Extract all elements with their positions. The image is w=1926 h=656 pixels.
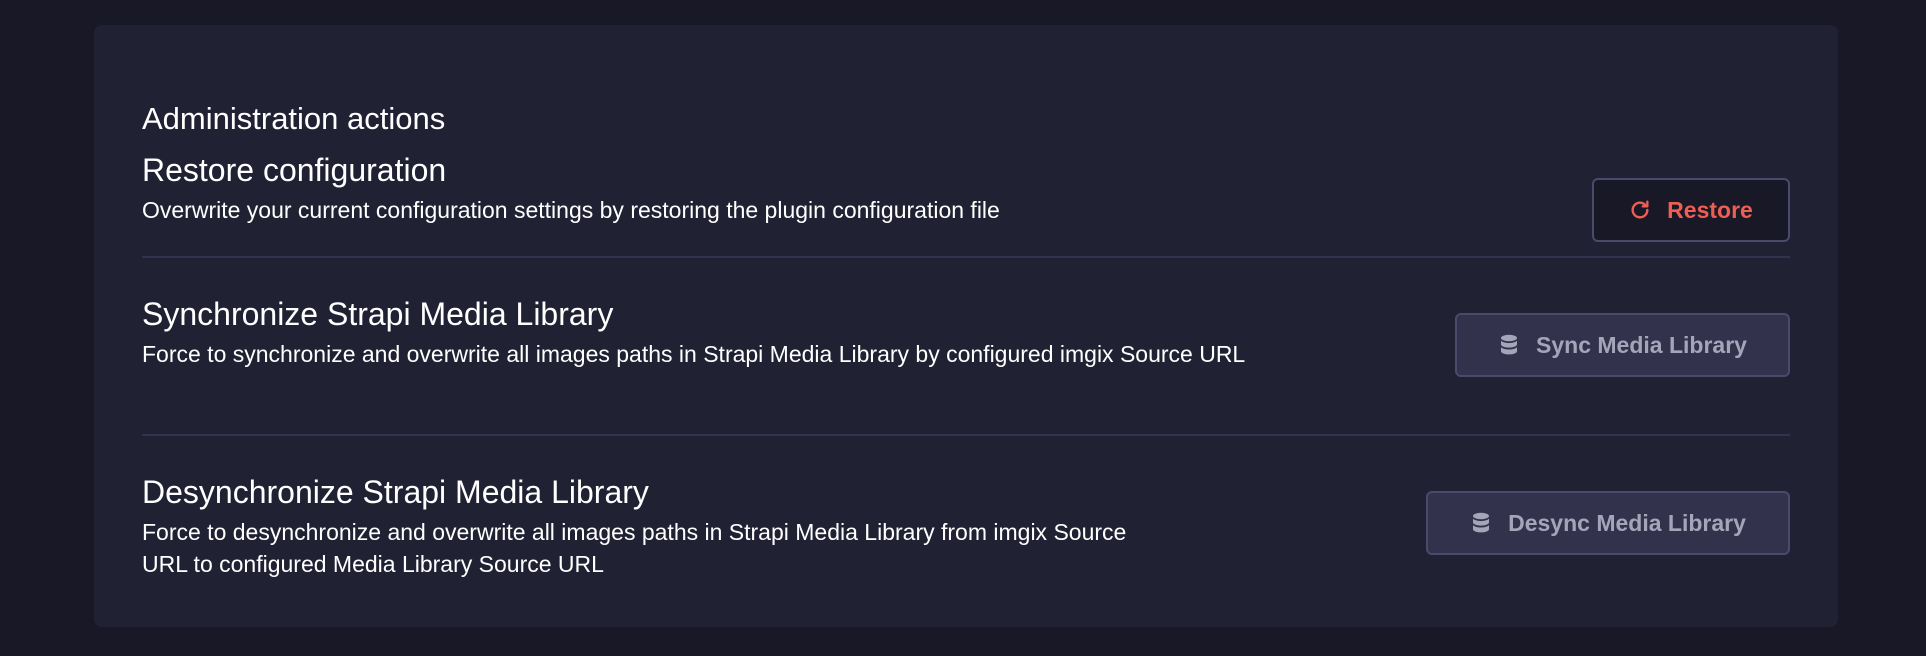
restore-configuration-description: Overwrite your current configuration set… xyxy=(142,197,1000,223)
refresh-icon xyxy=(1629,199,1651,221)
database-icon xyxy=(1470,512,1492,534)
synchronize-description: Force to synchronize and overwrite all i… xyxy=(142,341,1246,367)
sync-media-library-label: Sync Media Library xyxy=(1536,331,1747,358)
restore-button-label: Restore xyxy=(1667,196,1753,223)
restore-configuration-row: Restore configuration Overwrite your cur… xyxy=(142,151,1790,251)
desynchronize-media-library-row: Desynchronize Strapi Media Library Force… xyxy=(142,473,1790,603)
divider xyxy=(142,256,1790,258)
synchronize-media-library-row: Synchronize Strapi Media Library Force t… xyxy=(142,295,1790,425)
database-icon xyxy=(1498,334,1520,356)
restore-button[interactable]: Restore xyxy=(1592,178,1790,242)
desync-media-library-label: Desync Media Library xyxy=(1508,509,1746,536)
desynchronize-description: Force to desynchronize and overwrite all… xyxy=(142,519,1127,577)
restore-configuration-title: Restore configuration xyxy=(142,152,447,188)
administration-actions-panel: Administration actions Restore configura… xyxy=(94,25,1838,627)
sync-media-library-button[interactable]: Sync Media Library xyxy=(1455,313,1790,377)
divider xyxy=(142,434,1790,436)
section-title: Administration actions xyxy=(142,101,446,136)
desync-media-library-button[interactable]: Desync Media Library xyxy=(1426,491,1790,555)
